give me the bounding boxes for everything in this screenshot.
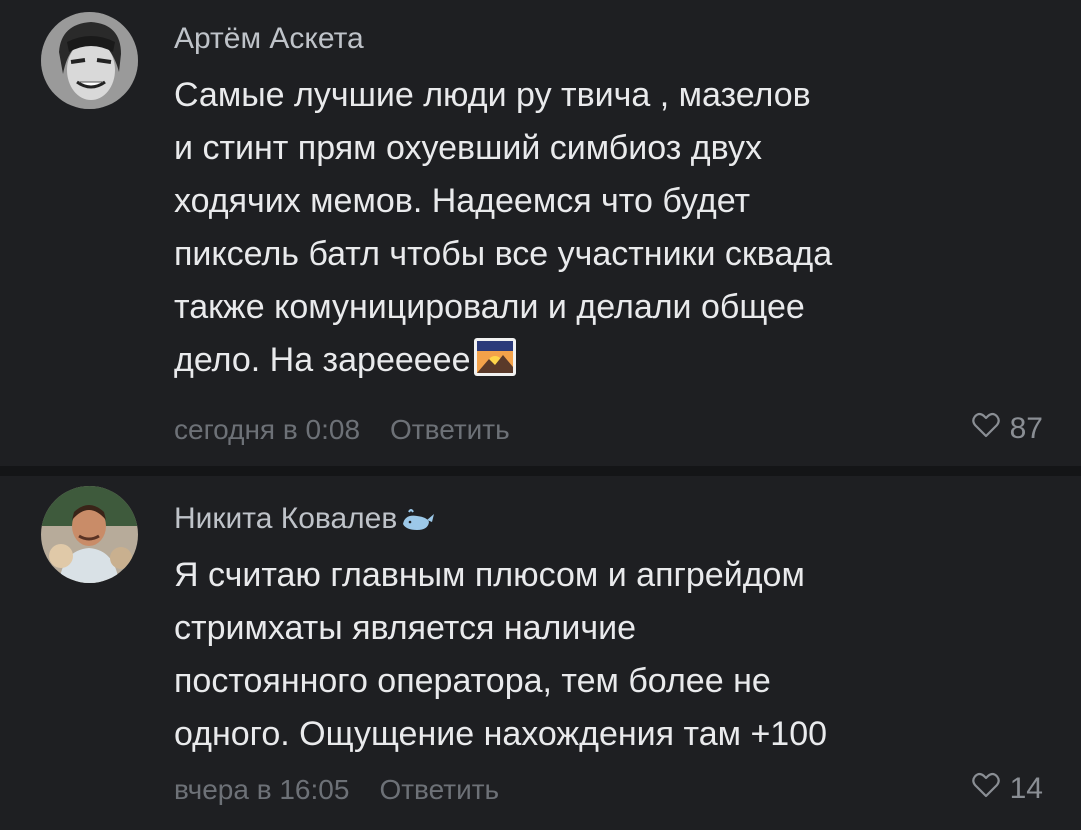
comment-text-line: Я считаю главным плюсом и апгрейдом [174,556,805,594]
comment-text-line: также комуницировали и делали общее [174,288,805,326]
comment-text: Самые лучшие люди ру твича , мазелов и с… [174,69,1054,387]
comment-timestamp: вчера в 16:05 [174,774,350,805]
comment-item: Никита Ковалев Я считаю главным плюсом и… [0,476,1081,830]
comment-text-line: пиксель батл чтобы все участники сквада [174,235,833,273]
comment-text-line-last: дело. На зареееее [174,334,1054,387]
comment-meta: сегодня в 0:08 Ответить [174,414,510,446]
comment-timestamp: сегодня в 0:08 [174,414,361,445]
avatar[interactable] [41,486,138,583]
comment-text: Я считаю главным плюсом и апгрейдом стри… [174,549,1054,761]
heart-outline-icon [971,412,1000,446]
comment-text-line: ходячих мемов. Надеемся что будет [174,182,751,220]
comment-divider [0,466,1081,476]
comment-text-fragment: дело. На зареееее [174,341,471,379]
comment-text-line: одного. Ощущение нахождения там +100 [174,715,828,753]
whale-emoji-icon [401,508,435,534]
reply-button[interactable]: Ответить [390,414,510,445]
comment-text-line: стримхаты является наличие [174,609,636,647]
comment-text-line: Самые лучшие люди ру твича , мазелов [174,76,811,114]
like-count: 87 [1009,412,1043,445]
sunrise-emoji-icon [473,337,517,377]
comment-text-line: и стинт прям охуевший симбиоз двух [174,129,762,167]
comment-author-name: Никита Ковалев [174,502,398,535]
comment-author[interactable]: Никита Ковалев [174,502,435,536]
like-count: 14 [1009,772,1043,805]
like-button[interactable]: 14 [971,772,1043,806]
avatar[interactable] [41,12,138,109]
comment-author[interactable]: Артём Аскета [174,22,364,56]
comment-meta: вчера в 16:05 Ответить [174,774,499,806]
heart-outline-icon [971,772,1000,806]
like-button[interactable]: 87 [971,412,1043,446]
comment-item: Артём Аскета Самые лучшие люди ру твича … [0,0,1081,466]
reply-button[interactable]: Ответить [379,774,499,805]
comment-text-line: постоянного оператора, тем более не [174,662,771,700]
